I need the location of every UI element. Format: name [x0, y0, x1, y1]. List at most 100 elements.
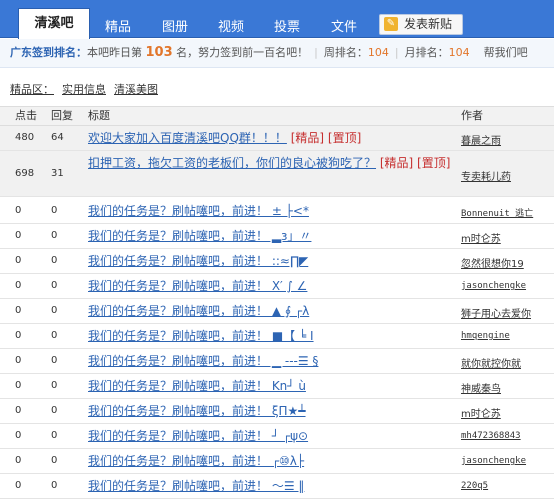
reply-count: 31	[51, 168, 64, 179]
click-count: 0	[15, 430, 22, 441]
new-post-button[interactable]: ✎ 发表新贴	[379, 14, 463, 35]
tab-featured[interactable]: 精品	[105, 16, 131, 35]
thread-title-cell: 我们的任务是？刷帖噻吧，前进！ Kn┘ ù	[88, 376, 452, 396]
thread-title-link[interactable]: 扣押工资，拖欠工资的老板们，你们的良心被狗吃了？	[88, 156, 376, 170]
tab-videos[interactable]: 视频	[218, 16, 244, 35]
divider: |	[394, 46, 399, 59]
author-link[interactable]: 神威秦鸟	[461, 380, 501, 395]
featured-link-photos[interactable]: 清溪美图	[114, 83, 158, 96]
month-rank-value: 104	[448, 46, 470, 59]
thread-title-cell: 我们的任务是？刷帖噻吧，前进！ ::≈∏◤	[88, 251, 452, 271]
thread-title-link[interactable]: 我们的任务是？刷帖噻吧，前进！ Ⅹ′ ∫ ∠	[88, 279, 307, 293]
click-count: 0	[15, 480, 22, 491]
reply-count: 0	[51, 355, 58, 366]
rank-text-prefix: 本吧昨日第	[87, 46, 142, 59]
click-count: 0	[15, 230, 22, 241]
author-link[interactable]: 暮晨之雨	[461, 132, 501, 147]
thread-row: 0 0 我们的任务是？刷帖噻吧，前进！ ┘ ┌ψ⊙ mh472368843	[0, 424, 554, 449]
thread-title-link[interactable]: 我们的任务是？刷帖噻吧，前进！ ::≈∏◤	[88, 254, 308, 268]
pencil-icon: ✎	[384, 17, 398, 31]
reply-count: 0	[51, 280, 58, 291]
thread-title-link[interactable]: 我们的任务是？刷帖噻吧，前进！ ～☰ ‖	[88, 479, 304, 493]
click-count: 698	[15, 168, 35, 179]
thread-row: 0 0 我们的任务是？刷帖噻吧，前进！ ξΠ★┷ m时仑苏	[0, 399, 554, 424]
click-count: 480	[15, 132, 35, 143]
thread-row: 0 0 我们的任务是？刷帖噻吧，前进！ Kn┘ ù 神威秦鸟	[0, 374, 554, 399]
reply-count: 0	[51, 380, 58, 391]
author-link[interactable]: jasonchengke	[461, 456, 526, 466]
header-clicks: 点击	[15, 109, 37, 122]
thread-title-link[interactable]: 我们的任务是？刷帖噻吧，前进！ ▲ ∮ ┌λ	[88, 304, 309, 318]
author-link[interactable]: 专卖耗儿药	[461, 168, 511, 183]
featured-area-link[interactable]: 精品区：	[10, 83, 54, 96]
featured-link-useful-info[interactable]: 实用信息	[62, 83, 106, 96]
header-title: 标题	[88, 109, 110, 122]
thread-title-link[interactable]: 我们的任务是？刷帖噻吧，前进！ ┘ ┌ψ⊙	[88, 429, 308, 443]
tab-polls[interactable]: 投票	[274, 16, 300, 35]
header-replies: 回复	[51, 109, 73, 122]
thread-title-link[interactable]: 欢迎大家加入百度清溪吧QQ群！！！	[88, 131, 287, 145]
thread-title-link[interactable]: 我们的任务是？刷帖噻吧，前进！ ± ├<*	[88, 204, 309, 218]
reply-count: 0	[51, 305, 58, 316]
thread-title-link[interactable]: 我们的任务是？刷帖噻吧，前进！ ▂з」〃	[88, 229, 311, 243]
click-count: 0	[15, 355, 22, 366]
author-link[interactable]: m时仑苏	[461, 405, 501, 420]
thread-title-link[interactable]: 我们的任务是？刷帖噻吧，前进！ ▁ ---☰ §	[88, 354, 318, 368]
click-count: 0	[15, 455, 22, 466]
author-link[interactable]: hmqengine	[461, 331, 510, 341]
tab-albums[interactable]: 图册	[162, 16, 188, 35]
thread-title-cell: 扣押工资，拖欠工资的老板们，你们的良心被狗吃了？ [精品] [置顶]	[88, 153, 452, 173]
week-rank-label: 周排名：	[323, 46, 368, 59]
author-link[interactable]: 忽然很想你19	[461, 255, 524, 270]
thread-row: 0 0 我们的任务是？刷帖噻吧，前进！ ▲ ∮ ┌λ 狮子用心去爱你	[0, 299, 554, 324]
thread-title-cell: 我们的任务是？刷帖噻吧，前进！ ┌⑩λ├	[88, 451, 452, 471]
thread-title-link[interactable]: 我们的任务是？刷帖噻吧，前进！ ξΠ★┷	[88, 404, 306, 418]
thread-title-link[interactable]: 我们的任务是？刷帖噻吧，前进！ ■【 ╘ I	[88, 329, 314, 343]
featured-breadcrumb: 精品区： 实用信息 清溪美图	[10, 81, 166, 97]
sign-in-rank-bar: 广东签到排名：本吧昨日第 103 名，努力签到前一百名吧！ | 周排名：104 | 月排…	[0, 39, 554, 68]
click-count: 0	[15, 280, 22, 291]
reply-count: 0	[51, 255, 58, 266]
thread-row: 0 0 我们的任务是？刷帖噻吧，前进！ Ⅹ′ ∫ ∠ jasonchengke	[0, 274, 554, 299]
rank-text-suffix: 名，努力签到前一百名吧！	[176, 46, 309, 59]
thread-row: 698 31 扣押工资，拖欠工资的老板们，你们的良心被狗吃了？ [精品] [置顶…	[0, 151, 554, 197]
thread-row: 0 0 我们的任务是？刷帖噻吧，前进！ ▁ ---☰ § 就你就控你就	[0, 349, 554, 374]
tab-forum-home[interactable]: 清溪吧	[18, 8, 90, 39]
author-link[interactable]: Bonnenuit_逃亡	[461, 206, 533, 219]
thread-tags[interactable]: [精品] [置顶]	[291, 131, 362, 145]
header-author: 作者	[461, 109, 483, 122]
author-link[interactable]: mh472368843	[461, 431, 521, 441]
thread-title-cell: 我们的任务是？刷帖噻吧，前进！ ▲ ∮ ┌λ	[88, 301, 452, 321]
divider: |	[314, 46, 318, 59]
author-link[interactable]: 就你就控你就	[461, 355, 521, 370]
thread-row: 480 64 欢迎大家加入百度清溪吧QQ群！！！ [精品] [置顶] 暮晨之雨	[0, 126, 554, 151]
thread-title-cell: 我们的任务是？刷帖噻吧，前进！ ■【 ╘ I	[88, 326, 452, 346]
thread-title-cell: 欢迎大家加入百度清溪吧QQ群！！！ [精品] [置顶]	[88, 128, 452, 148]
author-link[interactable]: 220q5	[461, 481, 488, 491]
month-rank-label: 月排名：	[404, 46, 449, 59]
thread-title-link[interactable]: 我们的任务是？刷帖噻吧，前进！ ┌⑩λ├	[88, 454, 304, 468]
reply-count: 0	[51, 205, 58, 216]
thread-title-link[interactable]: 我们的任务是？刷帖噻吧，前进！ Kn┘ ù	[88, 379, 306, 393]
click-count: 0	[15, 380, 22, 391]
click-count: 0	[15, 255, 22, 266]
thread-row: 0 0 我们的任务是？刷帖噻吧，前进！ ～☰ ‖ 220q5	[0, 474, 554, 499]
rank-value: 103	[145, 45, 173, 60]
author-link[interactable]: jasonchengke	[461, 281, 526, 291]
click-count: 0	[15, 330, 22, 341]
thread-row: 0 0 我们的任务是？刷帖噻吧，前进！ ▂з」〃 m时仑苏	[0, 224, 554, 249]
click-count: 0	[15, 305, 22, 316]
author-link[interactable]: m时仑苏	[461, 230, 501, 245]
help-us-link[interactable]: 帮我们吧	[470, 46, 528, 59]
reply-count: 64	[51, 132, 64, 143]
forum-tab-bar: 清溪吧 精品 图册 视频 投票 文件 ✎ 发表新贴	[0, 0, 554, 39]
author-link[interactable]: 狮子用心去爱你	[461, 305, 531, 320]
thread-tags[interactable]: [精品] [置顶]	[380, 156, 451, 170]
reply-count: 0	[51, 455, 58, 466]
tab-files[interactable]: 文件	[331, 16, 357, 35]
thread-row: 0 0 我们的任务是？刷帖噻吧，前进！ ± ├<* Bonnenuit_逃亡	[0, 199, 554, 224]
thread-title-cell: 我们的任务是？刷帖噻吧，前进！ ┘ ┌ψ⊙	[88, 426, 452, 446]
thread-title-cell: 我们的任务是？刷帖噻吧，前进！ ▁ ---☰ §	[88, 351, 452, 371]
thread-title-cell: 我们的任务是？刷帖噻吧，前进！ ± ├<*	[88, 201, 452, 221]
thread-title-cell: 我们的任务是？刷帖噻吧，前进！ ～☰ ‖	[88, 476, 452, 496]
